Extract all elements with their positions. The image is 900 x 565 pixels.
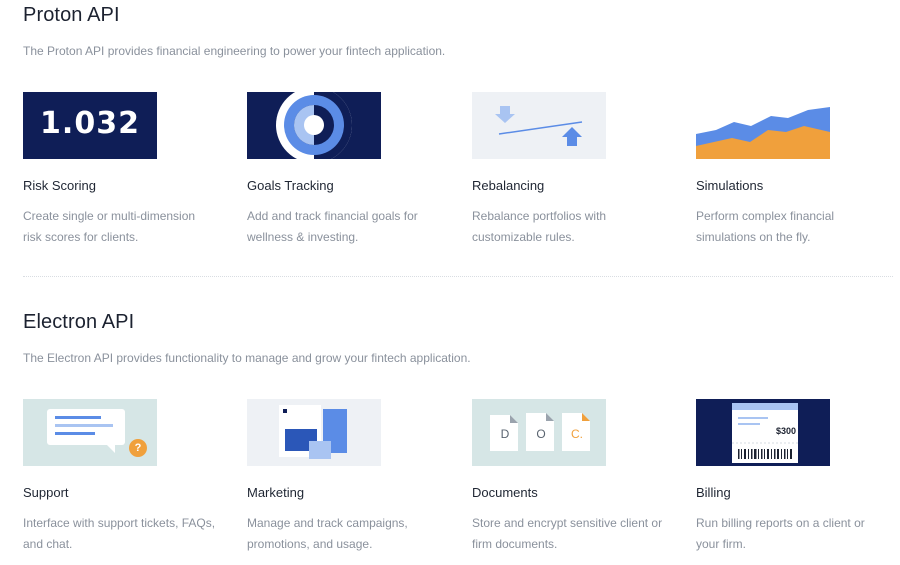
doc-letter: D <box>500 427 510 441</box>
card-description: Manage and track campaigns, promotions, … <box>247 516 408 551</box>
card-title: Billing <box>696 485 731 500</box>
question-badge: ? <box>134 442 142 454</box>
card-description: Create single or multi-dimension risk sc… <box>23 209 196 244</box>
card-goals-tracking[interactable]: Goals Tracking Add and track financial g… <box>247 92 462 248</box>
card-rebalancing[interactable]: Rebalancing Rebalance portfolios with cu… <box>472 92 687 248</box>
card-title: Marketing <box>247 485 305 500</box>
card-description: Interface with support tickets, FAQs, an… <box>23 516 216 551</box>
doc-letter: C. <box>571 427 583 441</box>
card-description: Add and track financial goals for wellne… <box>247 209 418 244</box>
target-ring-icon <box>247 92 381 159</box>
document-stack-icon: D O C. <box>472 399 606 466</box>
card-support[interactable]: ? Support Interface with support tickets… <box>23 399 238 555</box>
layout-panels-icon <box>247 399 381 466</box>
card-description: Run billing reports on a client or your … <box>696 516 865 551</box>
area-chart-icon <box>696 92 830 159</box>
card-title: Support <box>23 485 69 500</box>
arrows-balance-icon <box>472 92 606 159</box>
card-title: Risk Scoring <box>23 178 96 193</box>
card-description: Perform complex financial simulations on… <box>696 209 835 244</box>
card-documents[interactable]: D O C. Documents Store and encrypt sensi… <box>472 399 687 555</box>
proton-api-title: Proton API <box>23 4 120 26</box>
card-marketing[interactable]: Marketing Manage and track campaigns, pr… <box>247 399 462 555</box>
electron-api-description: The Electron API provides functionality … <box>23 351 471 365</box>
card-risk-scoring[interactable]: 1.032 Risk Scoring Create single or mult… <box>23 92 238 248</box>
card-billing[interactable]: $300 Billing Run billing reports on a cl… <box>696 399 900 555</box>
card-title: Goals Tracking <box>247 178 334 193</box>
card-title: Simulations <box>696 178 764 193</box>
risk-score-value: 1.032 <box>40 106 140 141</box>
number-tile-icon: 1.032 <box>23 92 157 159</box>
card-description: Store and encrypt sensitive client or fi… <box>472 516 663 551</box>
card-title: Documents <box>472 485 538 500</box>
doc-letter: O <box>536 427 546 441</box>
card-description: Rebalance portfolios with customizable r… <box>472 209 607 244</box>
section-divider <box>23 276 893 277</box>
proton-api-description: The Proton API provides financial engine… <box>23 44 446 58</box>
card-title: Rebalancing <box>472 178 545 193</box>
billing-amount: $300 <box>775 426 796 436</box>
invoice-barcode-icon: $300 <box>696 399 830 466</box>
chat-bubble-icon: ? <box>23 399 157 466</box>
card-simulations[interactable]: Simulations Perform complex financial si… <box>696 92 900 248</box>
electron-api-title: Electron API <box>23 311 135 333</box>
